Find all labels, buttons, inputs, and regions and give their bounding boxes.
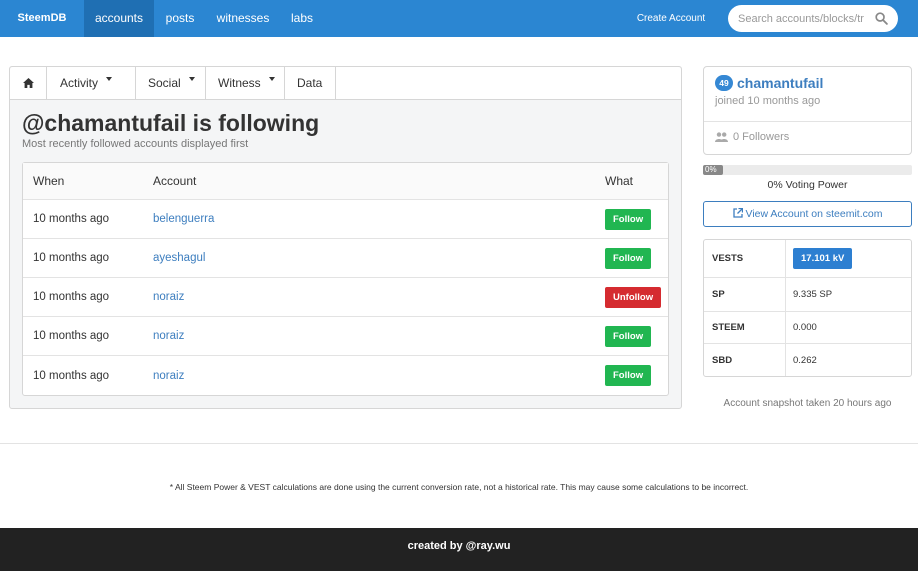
external-link-icon [732,208,743,218]
row-when: 10 months ago [33,291,110,303]
search-box [728,5,898,32]
joined-date: joined 10 months ago [715,95,821,107]
tab-activity[interactable]: Activity [47,67,136,100]
followers-count: 0 Followers [733,131,790,143]
stats-row: VESTS 17.101 kV [704,240,911,278]
account-tabs: Activity Social Witness Data [10,67,681,100]
row-account-link[interactable]: noraiz [153,317,184,355]
footnote: * All Steem Power & VEST calculations ar… [169,482,749,492]
create-account-link[interactable]: Create Account [628,0,714,37]
tab-social-label: Social [148,76,181,90]
follow-button[interactable]: Follow [605,208,652,230]
follow-button[interactable]: Follow [605,247,652,269]
footer: created by @ray.wu [0,528,918,571]
brand-link[interactable]: SteemDB [12,0,72,37]
row-account-link[interactable]: belenguerra [153,200,214,238]
tab-data[interactable]: Data [285,67,336,100]
table-row: 10 months ago ayeshagul Follow [23,239,668,278]
table-row: 10 months ago noraiz Unfollow [23,278,668,317]
page-subtitle: Most recently followed accounts displaye… [22,138,249,150]
table-header: When Account What [23,163,668,200]
table-row: 10 months ago noraiz Follow [23,356,668,395]
row-when: 10 months ago [33,213,110,225]
chevron-down-icon [268,76,275,81]
table-row: 10 months ago noraiz Follow [23,317,668,356]
nav-witnesses[interactable]: witnesses [206,0,280,37]
stat-key: SBD [712,354,733,366]
stat-value: 0.262 [793,354,817,366]
col-what: What [605,174,634,188]
search-input[interactable] [738,10,870,27]
voting-power-fill: 0% [703,165,723,175]
nav-posts[interactable]: posts [154,0,206,37]
stat-key: SP [712,289,725,300]
stat-value: 9.335 SP [793,289,833,300]
tab-witness-label: Witness [218,76,261,90]
tab-data-label: Data [297,76,323,90]
follow-button[interactable]: Follow [605,365,652,386]
divider [704,121,911,122]
view-on-steemit-button[interactable]: View Account on steemit.com [703,201,912,227]
users-icon [715,132,728,143]
nav-labs[interactable]: labs [280,0,324,37]
vests-badge: 17.101 kV [793,248,853,269]
stat-value: 0.000 [793,322,817,333]
stat-key: VESTS [712,253,744,264]
top-navbar: SteemDB accounts posts witnesses labs Cr… [0,0,918,37]
tab-witness[interactable]: Witness [206,67,285,100]
view-on-steemit-label: View Account on steemit.com [745,208,883,220]
chevron-down-icon [188,76,195,81]
follow-button[interactable]: Follow [605,325,652,347]
profile-card: 49 chamantufail joined 10 months ago 0 F… [703,66,912,155]
divider [0,443,918,444]
profile-name-link[interactable]: chamantufail [737,75,823,91]
col-when: When [33,174,65,188]
home-icon [23,77,34,88]
row-when: 10 months ago [33,252,110,264]
stats-row: SBD 0.262 [704,344,911,376]
snapshot-note: Account snapshot taken 20 hours ago [723,398,892,409]
page-title: @chamantufail is following [22,110,320,136]
following-table: When Account What 10 months ago belengue… [22,162,669,396]
row-account-link[interactable]: ayeshagul [153,239,205,277]
tab-activity-label: Activity [60,76,99,90]
row-when: 10 months ago [33,369,110,382]
search-icon[interactable] [875,12,888,25]
stats-row: STEEM 0.000 [704,312,911,344]
followers-link[interactable]: 0 Followers [715,131,789,143]
chevron-down-icon [106,76,113,81]
row-account-link[interactable]: noraiz [153,356,184,395]
nav-accounts[interactable]: accounts [84,0,154,37]
stat-key: STEEM [712,322,745,333]
table-row: 10 months ago belenguerra Follow [23,200,668,239]
account-stats-table: VESTS 17.101 kV SP 9.335 SP STEEM 0.000 … [703,239,912,377]
row-when: 10 months ago [33,330,110,342]
tab-home[interactable] [10,67,47,100]
voting-power-label: 0% Voting Power [767,179,848,191]
voting-power-bar: 0% [703,165,912,175]
col-account: Account [153,174,197,188]
reputation-badge: 49 [715,75,733,91]
following-panel: Activity Social Witness Data @chamantufa… [9,66,682,409]
unfollow-button[interactable]: Unfollow [605,286,662,308]
tab-social[interactable]: Social [136,67,206,100]
row-account-link[interactable]: noraiz [153,278,184,316]
stats-row: SP 9.335 SP [704,278,911,312]
